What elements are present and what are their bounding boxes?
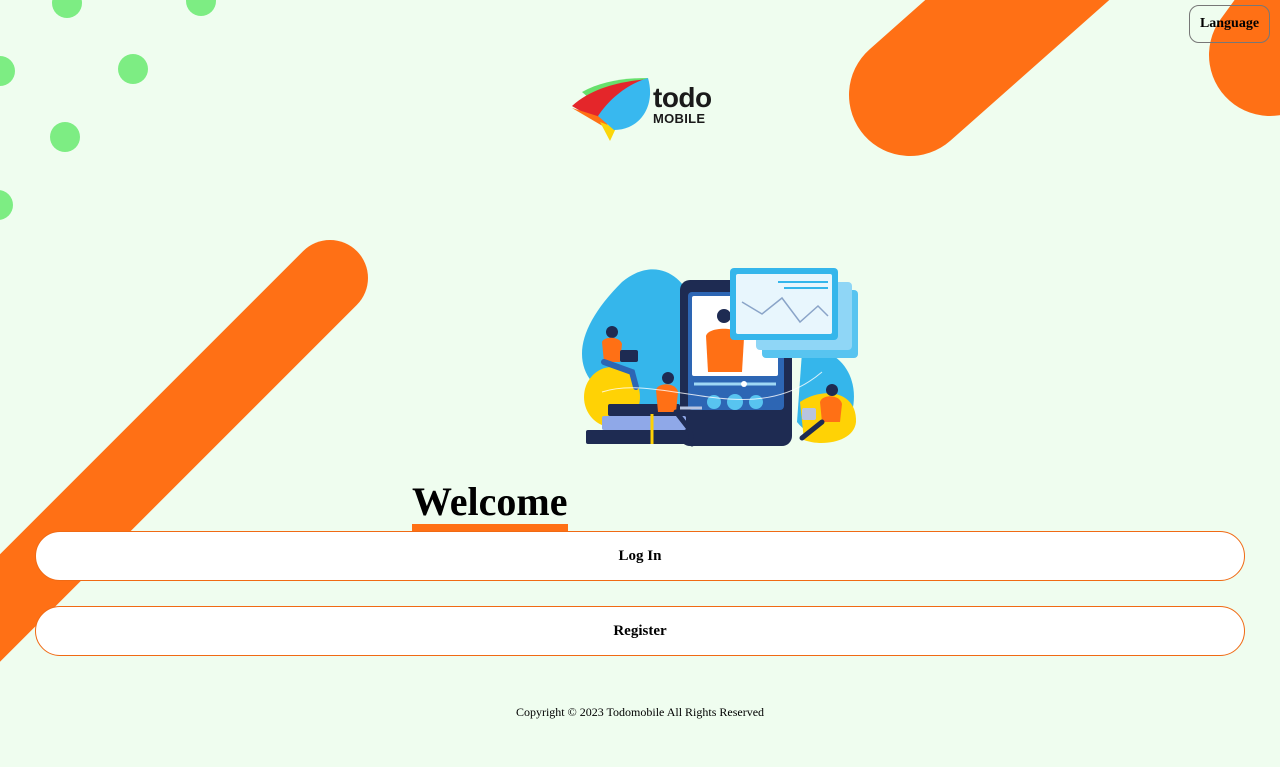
decor-dot	[52, 0, 82, 18]
decor-dot	[0, 190, 13, 220]
register-button[interactable]: Register	[35, 606, 1245, 656]
decor-dot	[0, 56, 15, 86]
decor-dot	[50, 122, 80, 152]
copyright-text: Copyright © 2023 Todomobile All Rights R…	[515, 705, 765, 719]
logo-wordmark: todo	[653, 82, 712, 113]
decor-dot	[186, 0, 216, 16]
logo-subtitle: MOBILE	[653, 111, 706, 126]
online-learning-illustration	[582, 268, 858, 447]
welcome-heading: Welcome	[412, 479, 568, 524]
todo-mobile-logo: todo MOBILE	[570, 76, 715, 144]
welcome-underline	[412, 524, 568, 531]
logo-mark-icon	[572, 78, 651, 141]
language-button[interactable]: Language	[1189, 5, 1270, 43]
login-button[interactable]: Log In	[35, 531, 1245, 581]
decor-dot	[118, 54, 148, 84]
